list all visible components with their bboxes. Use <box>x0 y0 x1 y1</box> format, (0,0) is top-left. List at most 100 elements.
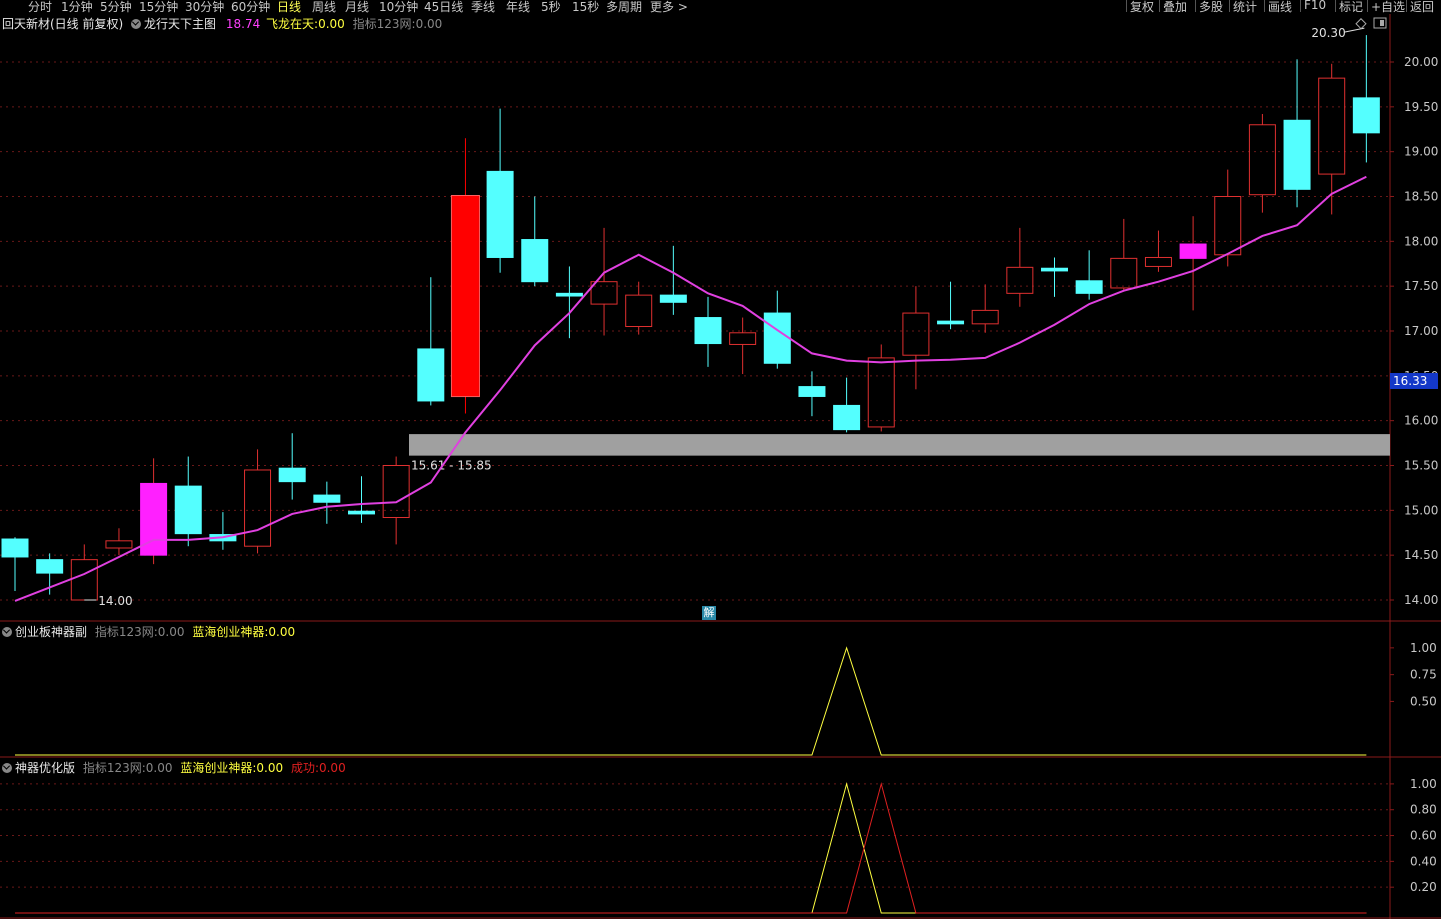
candle-body <box>1041 267 1068 272</box>
tab-11[interactable]: 季线 <box>471 0 495 15</box>
toolbar-separator <box>1126 0 1127 12</box>
window-icon-fill <box>1380 20 1384 26</box>
candle-body <box>313 494 341 503</box>
tab-14[interactable]: 15秒 <box>572 0 599 15</box>
y-tick-label: 16.00 <box>1404 414 1438 428</box>
toolbar-button-3[interactable]: 统计 <box>1233 0 1257 15</box>
toolbar-button-2[interactable]: 多股 <box>1199 0 1223 15</box>
candle-body <box>417 348 445 402</box>
toolbar-separator <box>1406 0 1407 12</box>
candle-body <box>1318 77 1346 175</box>
toolbar-separator <box>1335 0 1336 12</box>
toolbar-separator <box>1195 0 1196 12</box>
current-price-tag: 16.33 <box>1390 373 1438 389</box>
tab-1[interactable]: 1分钟 <box>61 0 93 15</box>
y-tick-label: 0.80 <box>1410 803 1437 817</box>
candle-body <box>1179 243 1207 259</box>
indicator-line <box>15 781 1367 914</box>
tab-10[interactable]: 45日线 <box>424 0 463 15</box>
y-tick-label: 14.00 <box>1404 593 1438 607</box>
candle-body <box>971 309 999 325</box>
support-band <box>409 434 1390 456</box>
ma-line <box>14 175 1367 602</box>
candle-body <box>1075 280 1103 294</box>
y-tick-label: 17.50 <box>1404 279 1438 293</box>
candle-body <box>1144 256 1172 267</box>
candlestick-chart[interactable]: 14.0014.5015.0015.5016.0016.5017.0017.50… <box>0 14 1441 622</box>
low-label: 14.00 <box>98 594 132 608</box>
tab-13[interactable]: 5秒 <box>541 0 561 15</box>
y-tick-label: 0.40 <box>1410 854 1437 868</box>
tab-6[interactable]: 日线 <box>277 0 301 15</box>
indicator-line <box>15 781 1367 914</box>
y-tick-label: 0.60 <box>1410 829 1437 843</box>
toolbar-button-6[interactable]: 标记 <box>1339 0 1363 15</box>
tab-16[interactable]: 更多 > <box>650 0 688 15</box>
toolbar-separator <box>1367 0 1368 12</box>
candle-body <box>729 332 757 345</box>
y-tick-label: 18.50 <box>1404 190 1438 204</box>
toolbar-separator <box>1159 0 1160 12</box>
period-toolbar: 分时 1分钟 5分钟 15分钟 30分钟 60分钟 日线 周线 月线 10分钟 45日线 季线 年线 5秒… <box>0 0 1441 14</box>
candle-body <box>105 540 133 549</box>
candle-body <box>833 404 861 431</box>
candle-body <box>902 312 930 356</box>
y-tick-label: 1.00 <box>1410 777 1437 791</box>
unlock-marker[interactable]: 解 <box>702 606 716 620</box>
y-tick-label: 19.00 <box>1404 145 1438 159</box>
candle-body <box>763 312 791 364</box>
toolbar-button-7[interactable]: +自选 <box>1371 0 1405 15</box>
y-tick-label: 20.00 <box>1404 55 1438 69</box>
candle-body <box>1352 97 1380 134</box>
candle-body <box>590 281 618 305</box>
toolbar-separator <box>1264 0 1265 12</box>
band-label: 15.61 - 15.85 <box>411 459 492 473</box>
candle-body <box>1283 119 1311 190</box>
candle-body <box>486 170 514 258</box>
candle-body <box>1006 266 1034 294</box>
tab-2[interactable]: 5分钟 <box>100 0 132 15</box>
tab-7[interactable]: 周线 <box>312 0 336 15</box>
candle-body <box>70 559 98 601</box>
candle-body <box>348 510 375 515</box>
tab-3[interactable]: 15分钟 <box>139 0 178 15</box>
candle-body <box>555 292 583 297</box>
candle-body <box>798 386 826 397</box>
tab-12[interactable]: 年线 <box>506 0 530 15</box>
candle-body <box>867 357 895 428</box>
candle-body <box>1248 124 1276 196</box>
y-tick-label: 0.75 <box>1410 668 1437 682</box>
candle-body <box>521 239 549 283</box>
y-tick-label: 17.00 <box>1404 324 1438 338</box>
toolbar-separator <box>1300 0 1301 12</box>
candle-body <box>382 465 410 519</box>
toolbar-button-4[interactable]: 画线 <box>1268 0 1292 15</box>
tab-15[interactable]: 多周期 <box>606 0 642 15</box>
candle-body <box>1214 196 1242 256</box>
sub2-chart[interactable]: 0.20 0.40 0.60 0.80 1.00 <box>0 758 1441 919</box>
candle-body <box>244 469 272 547</box>
y-tick-label: 19.50 <box>1404 100 1438 114</box>
candle-body <box>694 317 722 345</box>
tab-5[interactable]: 60分钟 <box>231 0 270 15</box>
tab-0[interactable]: 分时 <box>28 0 52 15</box>
candle-body <box>36 559 64 574</box>
candle-body <box>451 196 479 397</box>
tab-8[interactable]: 月线 <box>345 0 369 15</box>
toolbar-button-5[interactable]: F10 <box>1304 0 1326 12</box>
tab-4[interactable]: 30分钟 <box>185 0 224 15</box>
tab-9[interactable]: 10分钟 <box>379 0 418 15</box>
y-tick-label: 15.50 <box>1404 459 1438 473</box>
y-tick-label: 14.50 <box>1404 548 1438 562</box>
sub1-chart[interactable]: 0.50 0.75 1.00 <box>0 622 1441 758</box>
candle-body <box>278 467 306 483</box>
candle-body <box>937 320 965 325</box>
candle-body <box>625 294 653 328</box>
y-tick-label: 18.00 <box>1404 234 1438 248</box>
toolbar-button-1[interactable]: 叠加 <box>1163 0 1187 15</box>
toolbar-button-8[interactable]: 返回 <box>1410 0 1434 15</box>
candle-body <box>1110 257 1138 289</box>
toolbar-button-0[interactable]: 复权 <box>1130 0 1154 15</box>
diamond-icon <box>1355 18 1367 30</box>
y-tick-label: 0.50 <box>1410 694 1437 708</box>
